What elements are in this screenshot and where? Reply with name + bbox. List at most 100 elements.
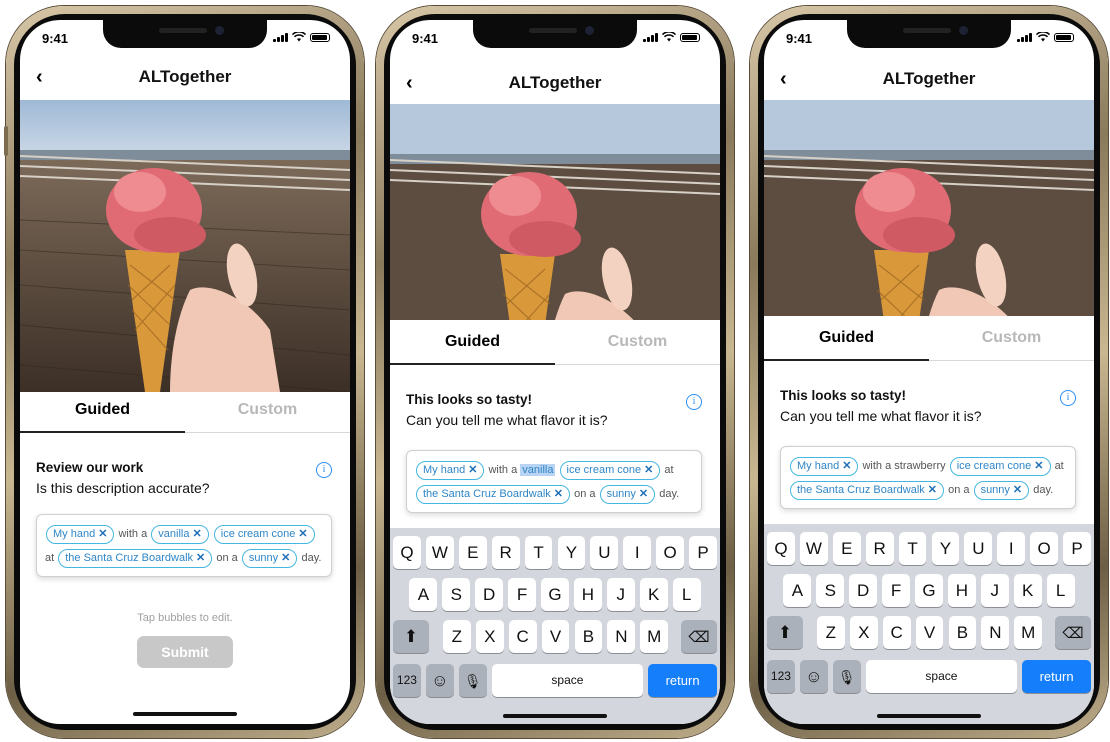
key-o[interactable]: O	[656, 536, 685, 569]
submit-button[interactable]: Submit	[137, 636, 233, 668]
info-icon[interactable]: i	[686, 394, 702, 410]
key-y[interactable]: Y	[557, 536, 586, 569]
chip-place[interactable]: the Santa Cruz Boardwalk ✕	[58, 549, 213, 568]
tab-custom[interactable]: Custom	[555, 324, 720, 360]
key-h[interactable]: H	[573, 578, 602, 611]
key-e[interactable]: E	[832, 532, 861, 565]
key-w[interactable]: W	[425, 536, 454, 569]
key-a[interactable]: A	[409, 578, 438, 611]
tab-custom[interactable]: Custom	[185, 392, 350, 428]
ice-cream-photo	[20, 100, 350, 392]
key-p[interactable]: P	[1063, 532, 1091, 565]
tab-guided[interactable]: Guided	[20, 392, 185, 428]
info-icon[interactable]: i	[1060, 390, 1076, 406]
key-k[interactable]: K	[1013, 574, 1042, 607]
key-n[interactable]: N	[607, 620, 636, 653]
numbers-key[interactable]: 123	[393, 664, 421, 697]
key-f[interactable]: F	[508, 578, 537, 611]
key-i[interactable]: I	[623, 536, 652, 569]
chip-flavor[interactable]: vanilla ✕	[151, 525, 209, 544]
chip-hand[interactable]: My hand ✕	[416, 461, 485, 480]
key-m[interactable]: M	[1014, 616, 1043, 649]
key-d[interactable]: D	[475, 578, 504, 611]
key-j[interactable]: J	[606, 578, 635, 611]
shift-key[interactable]: ⬆	[393, 620, 429, 653]
chip-hand[interactable]: My hand ✕	[46, 525, 115, 544]
chip-hand[interactable]: My hand ✕	[790, 457, 859, 476]
key-y[interactable]: Y	[931, 532, 960, 565]
emoji-key[interactable]: ☺	[425, 664, 454, 697]
key-l[interactable]: L	[1046, 574, 1075, 607]
backspace-key[interactable]: ⌫	[681, 620, 717, 653]
battery-icon	[310, 32, 330, 42]
key-t[interactable]: T	[524, 536, 553, 569]
chip-object[interactable]: ice cream cone ✕	[559, 461, 661, 480]
key-w[interactable]: W	[799, 532, 828, 565]
flavor-text-selection[interactable]: vanilla	[520, 464, 556, 476]
key-a[interactable]: A	[783, 574, 812, 607]
chip-object[interactable]: ice cream cone ✕	[949, 457, 1051, 476]
key-s[interactable]: S	[442, 578, 471, 611]
key-v[interactable]: V	[541, 620, 570, 653]
key-r[interactable]: R	[865, 532, 894, 565]
key-t[interactable]: T	[898, 532, 927, 565]
key-x[interactable]: X	[849, 616, 878, 649]
tab-custom[interactable]: Custom	[929, 320, 1094, 356]
key-c[interactable]: C	[882, 616, 911, 649]
key-u[interactable]: U	[964, 532, 993, 565]
chip-weather[interactable]: sunny ✕	[599, 485, 656, 504]
tab-guided[interactable]: Guided	[390, 324, 555, 360]
chip-object[interactable]: ice cream cone ✕	[213, 525, 315, 544]
key-v[interactable]: V	[915, 616, 944, 649]
return-key[interactable]: return	[1022, 660, 1091, 693]
key-i[interactable]: I	[997, 532, 1026, 565]
info-icon[interactable]: i	[316, 462, 332, 478]
key-e[interactable]: E	[458, 536, 487, 569]
key-g[interactable]: G	[915, 574, 943, 607]
key-b[interactable]: B	[948, 616, 977, 649]
notch	[103, 20, 267, 48]
key-p[interactable]: P	[689, 536, 717, 569]
key-z[interactable]: Z	[442, 620, 471, 653]
space-key[interactable]: space	[491, 664, 644, 697]
tab-guided[interactable]: Guided	[764, 320, 929, 356]
key-j[interactable]: J	[980, 574, 1009, 607]
key-r[interactable]: R	[491, 536, 520, 569]
shift-key[interactable]: ⬆	[767, 616, 803, 649]
key-m[interactable]: M	[640, 620, 669, 653]
key-l[interactable]: L	[672, 578, 701, 611]
key-z[interactable]: Z	[816, 616, 845, 649]
remove-icon: ✕	[638, 488, 649, 500]
prompt: This looks so tasty! Can you tell me wha…	[406, 392, 704, 428]
chip-weather[interactable]: sunny ✕	[973, 481, 1030, 500]
return-key[interactable]: return	[648, 664, 717, 697]
remove-icon: ✕	[1034, 460, 1044, 472]
key-q[interactable]: Q	[393, 536, 421, 569]
dictation-key[interactable]: 🎙	[458, 664, 487, 697]
backspace-key[interactable]: ⌫	[1055, 616, 1091, 649]
chip-place[interactable]: the Santa Cruz Boardwalk ✕	[790, 481, 945, 500]
key-c[interactable]: C	[508, 620, 537, 653]
prompt-question: Can you tell me what flavor it is?	[780, 408, 982, 424]
key-k[interactable]: K	[639, 578, 668, 611]
key-h[interactable]: H	[947, 574, 976, 607]
key-s[interactable]: S	[816, 574, 845, 607]
key-b[interactable]: B	[574, 620, 603, 653]
text-with-a: with a	[118, 528, 148, 540]
numbers-key[interactable]: 123	[767, 660, 795, 693]
space-key[interactable]: space	[865, 660, 1018, 693]
emoji-key[interactable]: ☺	[799, 660, 828, 693]
key-o[interactable]: O	[1030, 532, 1059, 565]
dictation-key[interactable]: 🎙	[832, 660, 861, 693]
key-d[interactable]: D	[849, 574, 878, 607]
key-q[interactable]: Q	[767, 532, 795, 565]
key-n[interactable]: N	[981, 616, 1010, 649]
key-x[interactable]: X	[475, 620, 504, 653]
chip-place[interactable]: the Santa Cruz Boardwalk ✕	[416, 485, 571, 504]
chip-weather[interactable]: sunny ✕	[241, 549, 298, 568]
microphone-icon: 🎙	[837, 669, 856, 685]
key-u[interactable]: U	[590, 536, 619, 569]
key-f[interactable]: F	[882, 574, 911, 607]
key-g[interactable]: G	[541, 578, 569, 611]
prompt: Review our work Is this description accu…	[36, 460, 334, 496]
